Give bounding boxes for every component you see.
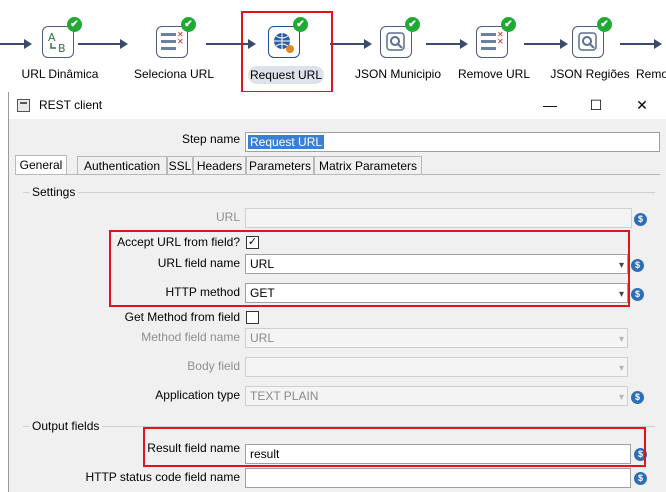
step-name-label: Step name — [181, 132, 240, 146]
method-field-name-select[interactable]: URL ▾ — [245, 328, 628, 348]
step-remove-partial[interactable]: Remo — [636, 0, 666, 92]
svg-text:✕: ✕ — [497, 37, 504, 46]
random-ab-icon: A B — [42, 26, 74, 58]
maximize-button[interactable]: ☐ — [573, 92, 619, 119]
get-method-checkbox[interactable] — [246, 311, 259, 324]
step-name-input[interactable]: Request URL — [245, 132, 660, 152]
tab-authentication[interactable]: Authentication — [77, 156, 167, 174]
select-values-icon: ✕ ✕ — [156, 26, 188, 58]
variable-icon[interactable]: $ — [631, 391, 644, 404]
application-type-label: Application type — [155, 388, 240, 402]
svg-text:B: B — [58, 42, 66, 55]
url-input[interactable] — [245, 208, 632, 228]
step-label: JSON Municipio — [354, 67, 442, 81]
check-icon: ✔ — [405, 17, 420, 32]
method-field-name-value: URL — [250, 331, 275, 345]
step-url-dinamica[interactable]: A B ✔ URL Dinâmica — [12, 0, 108, 92]
http-status-label: HTTP status code field name — [85, 470, 240, 484]
output-group-title: Output fields — [29, 419, 103, 433]
tab-general[interactable]: General — [15, 155, 67, 175]
tab-parameters[interactable]: Parameters — [246, 156, 314, 174]
check-icon: ✔ — [181, 17, 196, 32]
step-label: JSON Regiões — [550, 67, 630, 81]
highlight-box — [143, 427, 646, 467]
step-json-regioes[interactable]: ✔ JSON Regiões — [542, 0, 638, 92]
close-button[interactable]: ✕ — [619, 92, 665, 119]
svg-text:A: A — [48, 31, 56, 44]
settings-group-title: Settings — [29, 185, 79, 199]
settings-group-border — [23, 192, 655, 193]
step-json-municipio[interactable]: ✔ JSON Municipio — [350, 0, 446, 92]
pipeline-canvas: A B ✔ URL Dinâmica ✕ ✕ ✔ Seleciona URL ✔… — [0, 0, 666, 93]
step-name-value: Request URL — [248, 135, 325, 149]
step-remove-url[interactable]: ✕ ✕ ✔ Remove URL — [446, 0, 542, 92]
step-label: Seleciona URL — [133, 67, 215, 81]
chevron-down-icon: ▾ — [618, 363, 624, 374]
step-label: URL Dinâmica — [21, 67, 99, 81]
step-highlight-box — [241, 11, 333, 93]
title-bar[interactable]: REST client — ☐ ✕ — [9, 92, 666, 119]
application-type-select[interactable]: TEXT PLAIN ▾ — [245, 386, 628, 406]
app-icon — [17, 99, 30, 112]
background-panel — [0, 92, 8, 492]
tab-matrix-parameters[interactable]: Matrix Parameters — [314, 156, 422, 174]
tab-headers[interactable]: Headers — [193, 156, 246, 174]
select-values-icon: ✕ ✕ — [476, 26, 508, 58]
json-input-icon — [380, 26, 412, 58]
rest-client-dialog: REST client — ☐ ✕ Step name Request URL … — [8, 92, 666, 492]
tab-divider — [15, 174, 660, 175]
dialog-title: REST client — [39, 98, 103, 112]
body-field-label: Body field — [187, 359, 240, 373]
step-label: Remove URL — [457, 67, 531, 81]
variable-icon[interactable]: $ — [631, 259, 644, 272]
check-icon: ✔ — [67, 17, 82, 32]
check-icon: ✔ — [501, 17, 516, 32]
variable-icon[interactable]: $ — [631, 288, 644, 301]
chevron-down-icon: ▾ — [618, 392, 624, 403]
http-status-input[interactable] — [245, 468, 631, 488]
step-seleciona-url[interactable]: ✕ ✕ ✔ Seleciona URL — [126, 0, 222, 92]
minimize-button[interactable]: — — [527, 92, 573, 119]
check-icon: ✔ — [597, 17, 612, 32]
variable-icon[interactable]: $ — [634, 472, 647, 485]
svg-text:✕: ✕ — [177, 37, 184, 46]
body-field-select[interactable]: ▾ — [245, 357, 628, 377]
method-field-name-label: Method field name — [141, 330, 240, 344]
highlight-box — [109, 230, 630, 307]
variable-icon[interactable]: $ — [634, 213, 647, 226]
url-label: URL — [215, 210, 240, 224]
step-label: Remo — [636, 67, 666, 81]
json-input-icon — [572, 26, 604, 58]
chevron-down-icon: ▾ — [618, 334, 624, 345]
tab-ssl[interactable]: SSL — [167, 156, 193, 174]
get-method-label: Get Method from field — [124, 310, 240, 324]
application-type-value: TEXT PLAIN — [250, 389, 319, 403]
